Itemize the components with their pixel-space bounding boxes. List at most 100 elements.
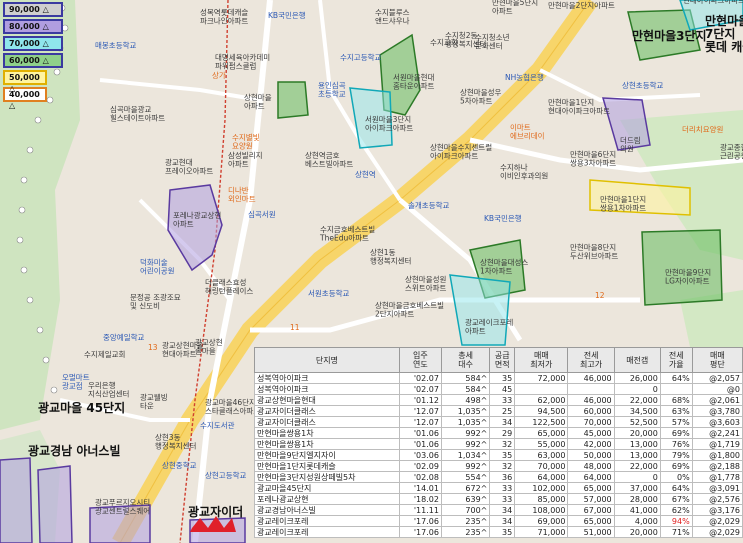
table-cell: 광교경남아너스빌	[254, 504, 400, 516]
table-cell: 70,000	[514, 460, 569, 472]
table-cell: 584^	[440, 372, 491, 384]
table-cell: 20,000	[613, 526, 661, 538]
table-row: 광교자이더클래스 '12.07 1,035^ 25 94,500 60,000 34,500…	[254, 405, 743, 417]
map-label-samga: 상가	[212, 70, 226, 80]
table-cell: 포레나광교상현	[254, 493, 400, 505]
table-cell: 28,000	[613, 493, 661, 505]
table-cell: 69%	[659, 427, 693, 439]
table-row: 만현마을9단지엘지자이 '03.06 1,034^ 35 63,000 50,000 13,…	[254, 449, 743, 461]
map-label-suji-dosegwan: 수지도서관	[200, 420, 235, 430]
table-cell: '03.06	[398, 449, 442, 461]
map-label-kb-bank-top: KB국민은행	[268, 10, 306, 20]
table-cell: 46,000	[567, 394, 615, 406]
map-label-kb-bank: KB국민은행	[484, 213, 522, 223]
map-label-manhyun-3-line: 현대아이파크아파트	[683, 0, 743, 5]
table-row: 광교상현마을현대 '01.12 498^ 33 62,000 46,000 22,000 68…	[254, 394, 743, 406]
table-cell: '02.07	[398, 372, 442, 384]
table-cell: 0	[613, 471, 661, 483]
map-label-manhyun-2-top: 만현마을2단지아파트	[548, 0, 615, 10]
table-cell: 85,000	[514, 493, 569, 505]
table-row: 성복역아이파크 '02.07 584^ 35 72,000 46,000 26,000 64%…	[254, 372, 743, 384]
map-label-manhyun-3-title: 만현마을3단지	[632, 28, 707, 43]
table-cell: @3,091	[691, 482, 743, 494]
table-cell: 235^	[440, 515, 491, 527]
map-label-jeon-13: 13	[148, 343, 158, 352]
table-row: 광교경남아너스빌 '11.11 700^ 34 108,000 67,000 41,000 6…	[254, 504, 743, 516]
table-cell: @0	[691, 383, 743, 395]
table-header-cell: 전세 최고가	[567, 347, 615, 373]
table-cell: 992^	[440, 427, 491, 439]
map-label-sangmyung-school: 상현중학교	[162, 460, 197, 470]
table-cell: 76%	[659, 438, 693, 450]
table-cell: 46,000	[567, 372, 615, 384]
map-label-sunghyun-sk: 상현마을성원 스위트아파트	[405, 274, 446, 293]
map-label-gwanggyo-ucl: 광교푸르지오시티 광교센트럴스퀘어	[95, 497, 150, 516]
table-cell: '12.07	[398, 405, 442, 417]
complex-gwanggyo-45[interactable]	[0, 457, 33, 543]
table-header-cell: 입주 연도	[398, 347, 442, 373]
table-cell: 65,000	[567, 515, 615, 527]
table-cell: 41,000	[613, 504, 661, 516]
map-label-seowon-3: 서원마을3단지 아이파크아파트	[365, 114, 413, 133]
table-cell: 42,000	[567, 438, 615, 450]
map-label-gumgyo: 수지금호베스트빌 TheEdu아파트	[319, 225, 375, 243]
table-cell: @1,778	[691, 471, 743, 483]
table-cell: 62%	[659, 504, 693, 516]
table-cell: 55,000	[514, 438, 569, 450]
map-label-gwanggyo-46: 광교마을46단지 스타클래스아파트	[205, 397, 260, 416]
map-label-gwanggyo-xi-title: 광교자이더	[188, 504, 243, 519]
table-cell: @2,061	[691, 394, 743, 406]
map-label-manhyun-1-sunyoung: 만현마을1단지 쌍용1차아파트	[600, 194, 646, 213]
table-cell: 36	[489, 471, 516, 483]
table-cell: 34	[489, 515, 516, 527]
map-label-sungbok-yu: 상현초등학교	[622, 80, 663, 90]
table-cell: 584^	[440, 383, 491, 395]
table-cell: 498^	[440, 394, 491, 406]
map-label-sunghyun-high: 상현고등학교	[205, 470, 246, 480]
table-cell	[659, 383, 693, 395]
complex-gwanggyo-nam[interactable]	[37, 465, 73, 543]
table-cell: 13,000	[613, 438, 661, 450]
map-label-sungbok-park: 성복역롯데캐슬 파크나인아파트	[200, 7, 248, 26]
table-cell: 57,000	[567, 493, 615, 505]
table-cell: 65,000	[514, 427, 569, 439]
table-cell: '02.09	[398, 460, 442, 472]
table-row: 만현마을쌍용1차 '01.06 992^ 29 65,000 45,000 20,000 69…	[254, 427, 743, 439]
table-cell: 45,000	[567, 427, 615, 439]
table-row: 포레나광교상현 '18.02 639^ 33 85,000 57,000 28,000 67%…	[254, 493, 743, 505]
table-header-cell: 전세 가율	[659, 347, 693, 373]
table-row: 성복역아이파크 '02.07 584^ 45 0 @0	[254, 383, 743, 395]
table-cell: 64,000	[567, 471, 615, 483]
table-cell: @2,188	[691, 460, 743, 472]
table-header-cell: 매매 평단	[691, 347, 743, 373]
table-row: 만현마을3단지성원상떼빌5차 '02.08 554^ 36 64,000 64,000 0 0…	[254, 471, 743, 483]
table-cell: 만현마을1단지롯데캐슬	[254, 460, 400, 472]
table-cell: @2,029	[691, 526, 743, 538]
map-label-sungkul: 상현역	[355, 169, 376, 179]
table-cell: 554^	[440, 471, 491, 483]
table-row: 광교자이더클래스 '12.07 1,035^ 34 122,500 70,000 52,50…	[254, 416, 743, 428]
map-label-manhyun-6: 만현마을6단지 쌍용3차아파트	[570, 149, 616, 168]
table-cell: 만현마을쌍용1차	[254, 438, 400, 450]
table-cell: 34	[489, 504, 516, 516]
table-cell: 70,000	[567, 416, 615, 428]
legend-item: 50,000 △	[3, 70, 47, 93]
complex-sangsung-1[interactable]	[277, 81, 309, 119]
table-cell: 35	[489, 372, 516, 384]
table-cell: 4,000	[613, 515, 661, 527]
table-cell: 102,000	[514, 482, 569, 494]
table-cell: 광교마을45단지	[254, 482, 400, 494]
table-cell: 64%	[659, 372, 693, 384]
map-label-manhyun-9: 만현마을9단지 LG자이아파트	[665, 267, 711, 286]
table-cell: @2,576	[691, 493, 743, 505]
map-label-yongin-suji: 용인심곡 초등학교	[318, 80, 346, 99]
table-cell: 33	[489, 482, 516, 494]
table-cell: 45	[489, 383, 516, 395]
table-cell: 57%	[659, 416, 693, 428]
table-cell: 52,500	[613, 416, 661, 428]
table-row: 만현마을쌍용1차 '01.06 992^ 32 55,000 42,000 13,000 76…	[254, 438, 743, 450]
table-cell: 700^	[440, 504, 491, 516]
map-label-chulsung: 솔개초등학교	[408, 200, 449, 210]
table-cell: 만현마을9단지엘지자이	[254, 449, 400, 461]
table-row: 광교레이크포레 '17.06 235^ 35 71,000 51,000 20,000 71%…	[254, 526, 743, 538]
